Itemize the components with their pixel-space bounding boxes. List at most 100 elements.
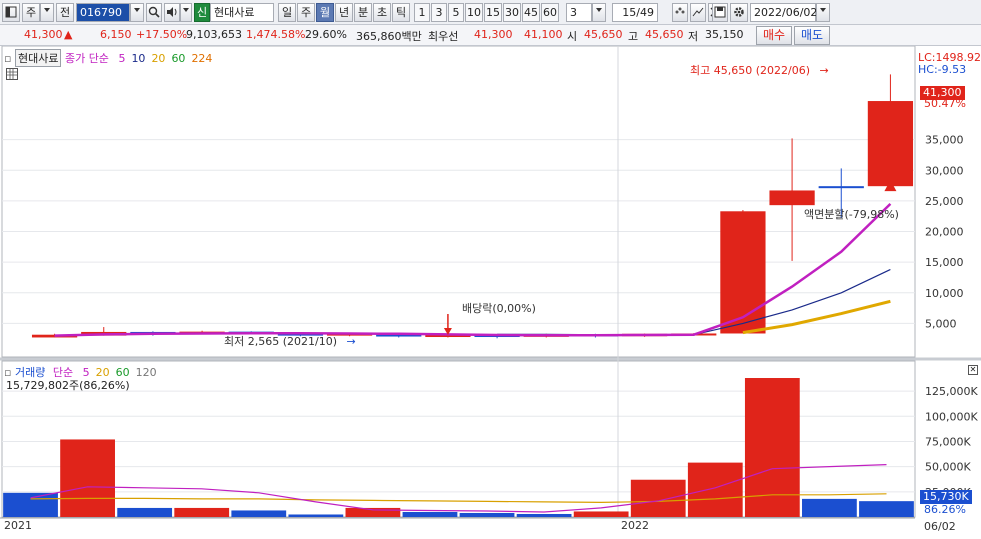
chevron-down-icon[interactable] <box>180 3 192 22</box>
open-label: 시 <box>567 30 578 43</box>
chevron-down-icon[interactable] <box>130 3 144 22</box>
price-tick-label: 25,000 <box>925 195 964 208</box>
interval-button[interactable]: 30 <box>503 3 521 22</box>
candle-body <box>769 190 815 206</box>
price-legend: ▫ 현대사료 종가 단순 5 10 20 60 224 <box>4 49 212 67</box>
prev-button[interactable]: 전 <box>56 3 74 22</box>
current-price: 41,300 <box>24 28 63 41</box>
save-icon[interactable] <box>712 3 728 22</box>
low-label: 저 <box>688 30 699 43</box>
ma-period: 20 <box>151 52 166 65</box>
period-tab[interactable]: 틱 <box>392 3 410 22</box>
volume-bar <box>516 513 572 517</box>
volume-bar <box>402 511 458 517</box>
price-tick-label: 30,000 <box>925 164 964 177</box>
volume-bar <box>60 439 115 517</box>
price-change-pct: +17.50% <box>136 28 188 41</box>
volume-bar <box>231 510 287 517</box>
interval-button[interactable]: 10 <box>465 3 483 22</box>
new-listing-badge: 신 <box>194 3 210 22</box>
period-tab[interactable]: 분 <box>354 3 372 22</box>
chevron-down-icon[interactable] <box>40 3 54 22</box>
volume-badge: 15,730K <box>920 490 972 504</box>
legend-marker-icon: ▫ <box>4 52 12 65</box>
price-tick-label: 10,000 <box>925 287 964 300</box>
period-tab[interactable]: 월 <box>316 3 334 22</box>
trade-amount: 365,860백만 <box>356 30 422 43</box>
candle-body <box>720 211 766 334</box>
best-ask: 41,300 <box>474 28 513 41</box>
menu-type-select[interactable]: 주 <box>22 3 40 22</box>
period-tab[interactable]: 주 <box>297 3 315 22</box>
x-axis-label: 2021 <box>4 519 32 532</box>
volume-bar <box>174 507 230 517</box>
volume-badge-pct: 86.26% <box>924 503 966 516</box>
price-tick-label: 5,000 <box>925 317 957 330</box>
grid-toggle-icon[interactable] <box>6 68 18 80</box>
turnover-rate: 29.60% <box>305 28 347 41</box>
up-arrow-icon: ▲ <box>64 28 73 41</box>
volume-tick-label: 50,000K <box>925 461 971 474</box>
volume-bar <box>573 511 629 517</box>
dividend-annotation: 배당락(0,00%) <box>462 302 536 315</box>
interval-button[interactable]: 5 <box>448 3 464 22</box>
open-price: 45,650 <box>584 28 623 41</box>
interval-button[interactable]: 45 <box>522 3 540 22</box>
low-price: 35,150 <box>705 28 744 41</box>
volume-tick-label: 75,000K <box>925 435 971 448</box>
volume-bar <box>802 498 857 517</box>
volume-bar <box>687 462 743 517</box>
period-tab[interactable]: 초 <box>373 3 391 22</box>
high-annotation-text: 최고 45,650 (2022/06) <box>690 64 811 77</box>
best-bid: 41,100 <box>524 28 563 41</box>
interval-button[interactable]: 60 <box>541 3 559 22</box>
candle-body <box>818 186 864 189</box>
price-tick-label: 15,000 <box>925 256 964 269</box>
buy-button[interactable]: 매수 <box>756 26 792 45</box>
count-input[interactable]: 3 <box>566 3 592 22</box>
gear-icon[interactable] <box>730 3 748 22</box>
chevron-down-icon[interactable] <box>592 3 606 22</box>
legend-stock-name[interactable]: 현대사료 <box>14 49 62 67</box>
price-tick-label: 35,000 <box>925 134 964 147</box>
sell-button[interactable]: 매도 <box>794 26 830 45</box>
volume-ma-period: 120 <box>135 366 157 379</box>
candle-body <box>867 101 914 187</box>
low-annotation-text: 최저 2,565 (2021/10) <box>224 335 338 348</box>
interval-button[interactable]: 3 <box>431 3 447 22</box>
dots-icon[interactable] <box>672 3 688 22</box>
volume-bar <box>459 512 515 517</box>
stock-chart[interactable]: 35,000 30,000 25,000 20,000 15,000 10,000 5,00… <box>0 46 981 539</box>
price-badge-pct: 50.47% <box>924 97 966 110</box>
stock-code-input[interactable]: 016790 <box>76 3 130 22</box>
ma-label: 종가 단순 <box>64 52 109 65</box>
chevron-down-icon[interactable] <box>816 3 830 22</box>
date-field[interactable]: 2022/06/02 <box>750 3 817 22</box>
low-annotation: 최저 2,565 (2021/10) → <box>224 333 356 349</box>
stock-name-field[interactable]: 현대사료 <box>210 3 274 22</box>
volume-tick-label: 125,000K <box>925 385 978 398</box>
hc-label: HC:-9.53 <box>918 63 967 76</box>
close-icon[interactable]: ✕ <box>968 365 978 375</box>
ma-periods: 5 10 20 60 224 <box>112 52 212 65</box>
interval-button[interactable]: 15 <box>484 3 502 22</box>
high-label: 고 <box>628 30 639 43</box>
ma-period: 60 <box>171 52 186 65</box>
period-tab[interactable]: 년 <box>335 3 353 22</box>
volume-bar <box>859 501 914 517</box>
volume-tick-label: 100,000K <box>925 410 978 423</box>
draw-icon[interactable] <box>690 3 706 22</box>
toolbar: 주 전 016790 신 현대사료 3 15/49 2022/06/02 일주월… <box>0 0 981 25</box>
volume-bar <box>630 479 686 517</box>
interval-button[interactable]: 1 <box>414 3 430 22</box>
high-annotation: 최고 45,650 (2022/06) → <box>690 62 829 78</box>
quote-bar: 41,300 ▲ 6,150 +17.50% 9,103,653 1,474.5… <box>0 25 981 46</box>
volume-info: 15,729,802주(86,26%) <box>6 379 130 392</box>
volume-bar <box>117 507 173 517</box>
search-icon[interactable] <box>146 3 162 22</box>
best-quote-label: 최우선 <box>428 30 459 43</box>
chart-canvas: 35,000 30,000 25,000 20,000 15,000 10,000 5,00… <box>0 46 981 532</box>
period-tab[interactable]: 일 <box>278 3 296 22</box>
speaker-icon[interactable] <box>164 3 180 22</box>
window-icon[interactable] <box>2 3 20 22</box>
